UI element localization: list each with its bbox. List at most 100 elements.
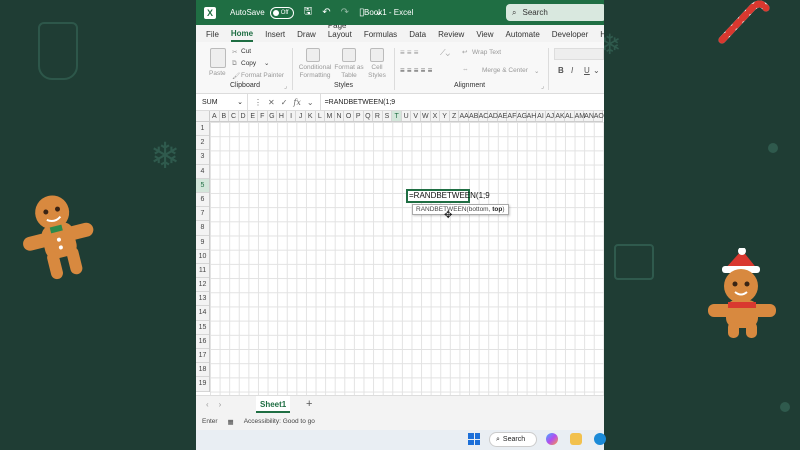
column-header[interactable]: AL [565,111,575,121]
chevron-down-icon[interactable]: ⌄ [307,98,314,107]
conditional-formatting-button[interactable]: Conditional Formatting [296,64,334,80]
column-header[interactable]: AM [575,111,585,121]
format-as-table-icon[interactable] [342,48,356,62]
underline-button[interactable]: U [584,66,590,75]
windows-start-icon[interactable] [468,433,480,445]
active-cell[interactable]: =RANDBETWEEN(1;9 [406,189,490,203]
column-header[interactable]: L [316,111,326,121]
column-header[interactable]: Z [450,111,460,121]
merge-icon[interactable]: ⇔ [462,66,469,73]
tab-file[interactable]: File [206,30,219,42]
column-header[interactable]: AD [488,111,498,121]
worksheet[interactable]: A B C D E F G H I J K L M N O P Q R S T U V W X Y Z AA AB AC AD AE AF AG… [196,111,604,395]
save-icon[interactable]: 🖫 [304,4,313,21]
taskbar-search[interactable]: ⌕ Search [489,432,537,447]
tab-help[interactable]: Help [600,30,604,42]
column-header[interactable]: P [354,111,364,121]
row-header[interactable]: 6 [196,193,209,208]
row-header[interactable]: 11 [196,264,209,279]
column-header[interactable]: AI [536,111,546,121]
enter-check-icon[interactable]: ✓ [281,98,288,107]
column-header[interactable]: M [325,111,335,121]
format-painter-icon[interactable]: 🖌 [232,72,240,80]
sheet-tab[interactable]: Sheet1 [256,396,291,413]
row-header[interactable]: 12 [196,278,209,293]
chevron-down-icon[interactable]: ⌄ [237,98,243,106]
file-explorer-icon[interactable] [570,433,582,445]
row-header[interactable]: 18 [196,363,209,378]
wrap-text-button[interactable]: Wrap Text [472,49,501,56]
dialog-launcher-icon[interactable]: ⌟ [541,82,544,90]
row-header[interactable]: 1 [196,122,209,137]
formula-input[interactable]: =RANDBETWEEN(1;9 [319,94,395,110]
search-box[interactable]: ⌕ Search [506,4,604,21]
copy-button[interactable]: Copy [241,60,256,67]
column-header[interactable]: AK [555,111,565,121]
column-header[interactable]: AO [594,111,604,121]
copy-icon[interactable]: ⧉ [232,60,237,68]
font-name-box[interactable] [554,48,604,60]
cell-styles-button[interactable]: Cell Styles [364,64,390,80]
paste-icon[interactable] [210,48,226,68]
row-header[interactable]: 16 [196,335,209,349]
sheet-nav-arrows-icon[interactable]: ‹› [206,400,231,409]
cut-icon[interactable]: ✂ [232,48,237,56]
edge-icon[interactable] [594,433,606,445]
column-header[interactable]: AE [498,111,508,121]
column-header[interactable]: A [210,111,220,121]
row-header[interactable]: 7 [196,207,209,222]
row-header[interactable]: 2 [196,136,209,151]
cell-styles-icon[interactable] [370,48,384,62]
column-header[interactable]: E [248,111,258,121]
column-header[interactable]: X [431,111,441,121]
column-header[interactable]: S [383,111,393,121]
left-align-icon[interactable]: ≡ ≡ ≡ ≡ ≡ [400,66,432,75]
column-header[interactable]: N [335,111,345,121]
orientation-icon[interactable]: ⟋⌄ [440,48,450,58]
column-header[interactable]: AG [517,111,527,121]
row-header[interactable]: 10 [196,250,209,264]
column-header[interactable]: F [258,111,268,121]
column-header[interactable]: D [239,111,249,121]
row-header[interactable]: 15 [196,321,209,335]
top-align-icon[interactable]: ≡ ≡ ≡ [400,48,418,57]
column-header[interactable]: G [268,111,278,121]
column-header[interactable]: O [344,111,354,121]
column-header[interactable]: AF [507,111,517,121]
tab-review[interactable]: Review [438,30,464,42]
cell-grid[interactable]: =RANDBETWEEN(1;9 RANDBETWEEN(bottom, top… [210,122,604,395]
tab-formulas[interactable]: Formulas [364,30,397,42]
wrap-text-icon[interactable]: ↩ [462,48,467,56]
row-header[interactable]: 4 [196,165,209,179]
tab-draw[interactable]: Draw [297,30,316,42]
autosave-toggle[interactable]: Off [269,6,294,19]
cancel-icon[interactable]: ✕ [268,98,275,107]
select-all-corner[interactable] [196,111,210,122]
row-header[interactable]: 19 [196,377,209,392]
tab-data[interactable]: Data [409,30,426,42]
column-header[interactable]: T [392,111,402,121]
paste-button[interactable]: Paste [209,70,226,77]
conditional-formatting-icon[interactable] [306,48,320,62]
tab-insert[interactable]: Insert [265,30,285,42]
column-header[interactable]: AN [584,111,594,121]
column-header[interactable]: AJ [546,111,556,121]
tab-view[interactable]: View [476,30,493,42]
row-header[interactable]: 13 [196,292,209,307]
italic-button[interactable]: I [571,66,573,75]
format-painter-button[interactable]: Format Painter [241,72,284,79]
column-header[interactable]: Q [364,111,374,121]
row-header[interactable]: 3 [196,150,209,165]
tab-automate[interactable]: Automate [506,30,540,42]
insert-function-icon[interactable]: fx [293,98,300,107]
row-header[interactable]: 9 [196,236,209,250]
tab-home[interactable]: Home [230,29,254,42]
redo-icon[interactable]: ↷ [341,7,349,18]
column-header[interactable]: R [373,111,383,121]
accessibility-status[interactable]: Accessibility: Good to go [244,418,315,425]
column-header[interactable]: Y [440,111,450,121]
column-header[interactable]: W [421,111,431,121]
cut-button[interactable]: Cut [241,48,251,55]
row-header[interactable]: 14 [196,306,209,321]
merge-center-button[interactable]: Merge & Center [482,67,528,74]
